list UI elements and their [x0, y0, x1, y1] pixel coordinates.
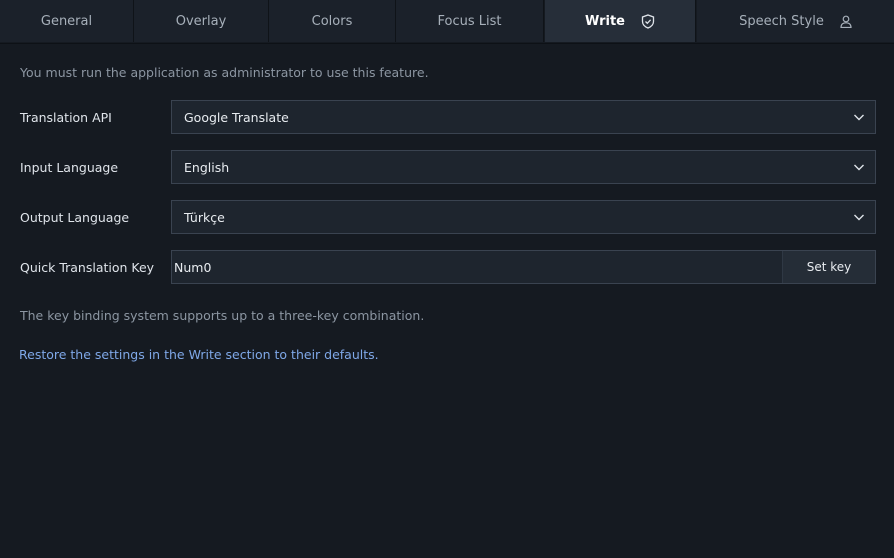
output-language-label: Output Language — [20, 210, 130, 225]
input-language-label: Input Language — [20, 160, 119, 175]
input-language-value: English — [184, 159, 230, 175]
restore-defaults-link[interactable]: Restore the settings in the Write sectio… — [19, 347, 379, 362]
quick-translation-key-label: Quick Translation Key — [20, 260, 155, 275]
key-binding-hint: The key binding system supports up to a … — [20, 308, 425, 323]
tab-label: Focus List — [437, 13, 502, 29]
translation-api-label: Translation API — [20, 110, 112, 125]
output-language-value: Türkçe — [184, 209, 225, 225]
chevron-down-icon — [853, 161, 865, 176]
output-language-select[interactable]: Türkçe — [171, 200, 876, 234]
quick-translation-key-field: Num0 Set key — [171, 250, 876, 284]
input-language-select[interactable]: English — [171, 150, 876, 184]
tab-write[interactable]: Write — [545, 0, 696, 42]
chevron-down-icon — [853, 211, 865, 226]
translation-api-select[interactable]: Google Translate — [171, 100, 876, 134]
tab-focus-list[interactable]: Focus List — [396, 0, 544, 42]
tab-label: Colors — [311, 13, 353, 29]
tab-bar: General Overlay Colors Focus List Write … — [0, 0, 894, 44]
tab-overlay[interactable]: Overlay — [134, 0, 269, 42]
tab-colors[interactable]: Colors — [269, 0, 396, 42]
tab-general[interactable]: General — [0, 0, 134, 42]
chevron-down-icon — [853, 111, 865, 126]
write-settings-panel: You must run the application as administ… — [0, 44, 894, 558]
tab-label: Speech Style — [739, 13, 824, 29]
tab-label: Write — [584, 13, 625, 29]
tab-label: General — [40, 13, 93, 29]
shield-check-icon — [641, 13, 655, 29]
set-key-button[interactable]: Set key — [782, 251, 875, 283]
tab-speech-style[interactable]: Speech Style — [697, 0, 894, 42]
person-icon — [840, 15, 852, 28]
admin-notice: You must run the application as administ… — [20, 65, 429, 80]
quick-translation-key-input[interactable]: Num0 — [172, 251, 782, 283]
translation-api-value: Google Translate — [184, 109, 289, 125]
tab-label: Overlay — [175, 13, 227, 29]
